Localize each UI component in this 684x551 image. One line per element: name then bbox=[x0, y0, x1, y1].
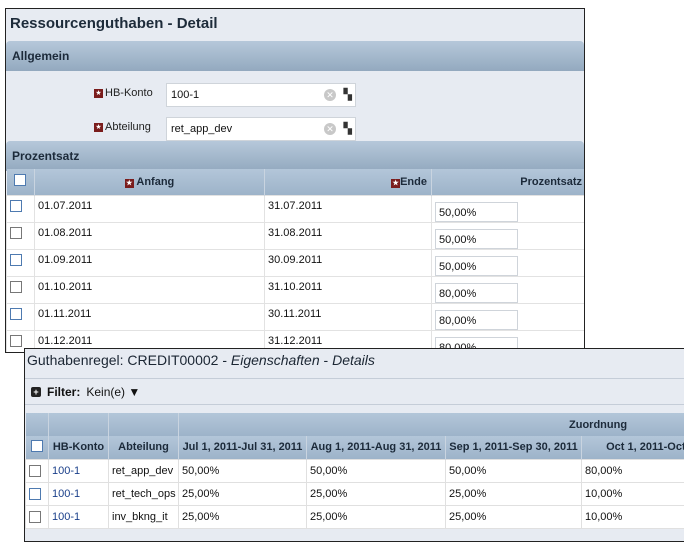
cell: ret_tech_ops bbox=[108, 481, 179, 506]
column-header[interactable]: Jul 1, 2011-Jul 31, 2011 bbox=[178, 436, 307, 459]
cell: 50,00% bbox=[306, 458, 446, 483]
cell: 25,00% bbox=[306, 481, 446, 506]
group-header-zuordnung: Zuordnung bbox=[178, 413, 684, 436]
abteilung-input[interactable]: ret_app_dev ✕ ▚ bbox=[166, 117, 356, 141]
prozentsatz-cell: 50,00% bbox=[431, 221, 584, 250]
row-checkbox[interactable] bbox=[25, 458, 49, 483]
binoculars-search-icon[interactable]: ▚ bbox=[344, 123, 352, 135]
cell: 50,00% bbox=[445, 458, 582, 483]
clear-icon[interactable]: ✕ bbox=[324, 123, 336, 135]
prozentsatz-input[interactable]: 50,00% bbox=[435, 201, 518, 222]
cell: 25,00% bbox=[178, 481, 307, 506]
cell: 25,00% bbox=[445, 504, 582, 529]
table-row: 100-1 ret_app_dev 50,00% 50,00% 50,00% 80,00% bbox=[25, 458, 684, 483]
cell: 25,00% bbox=[178, 504, 307, 529]
cell: 50,00% bbox=[178, 458, 307, 483]
column-header[interactable]: Sep 1, 2011-Sep 30, 2011 bbox=[445, 436, 582, 459]
hb-konto-input[interactable]: 100-1 ✕ ▚ bbox=[166, 83, 356, 107]
filter-dropdown[interactable]: Kein(e) ▼ bbox=[86, 385, 140, 399]
prozentsatz-cell: 80,00% bbox=[431, 275, 584, 304]
column-header[interactable]: Oct 1, 2011-Oct 31 bbox=[581, 436, 684, 459]
anfang-cell: 01.08.2011 bbox=[34, 221, 265, 250]
filter-label: Filter: bbox=[47, 384, 81, 399]
anfang-cell: 01.07.2011 bbox=[34, 194, 265, 223]
row-checkbox[interactable] bbox=[25, 504, 49, 529]
required-icon: ★ bbox=[124, 178, 134, 188]
table-row: 01.07.2011 31.07.2011 50,00% bbox=[6, 194, 584, 223]
select-all-checkbox[interactable] bbox=[25, 436, 49, 459]
column-header[interactable]: HB-Konto bbox=[48, 436, 109, 459]
binoculars-search-icon[interactable]: ▚ bbox=[344, 89, 352, 101]
prozentsatz-cell: 50,00% bbox=[431, 194, 584, 223]
column-header[interactable]: Abteilung bbox=[108, 436, 179, 459]
row-checkbox[interactable] bbox=[6, 302, 35, 331]
cell: 80,00% bbox=[580, 458, 684, 483]
prozentsatz-input[interactable]: 50,00% bbox=[435, 255, 518, 276]
cell: 25,00% bbox=[306, 504, 446, 529]
field-hb-konto: ★ HB-Konto 100-1 ✕ ▚ bbox=[6, 83, 584, 107]
column-prozentsatz[interactable]: Prozentsatz bbox=[431, 169, 584, 195]
table-row: 01.09.2011 30.09.2011 50,00% bbox=[6, 248, 584, 277]
ende-cell: 30.09.2011 bbox=[264, 248, 432, 277]
hb-konto-link[interactable]: 100-1 bbox=[48, 504, 109, 529]
section-header-percent: Prozentsatz bbox=[6, 141, 584, 171]
prozentsatz-cell: 80,00% bbox=[431, 302, 584, 331]
column-header[interactable]: Aug 1, 2011-Aug 31, 2011 bbox=[306, 436, 446, 459]
table-row: 100-1 inv_bkng_it 25,00% 25,00% 25,00% 10,00% bbox=[25, 504, 684, 529]
table-row: 01.10.2011 31.10.2011 80,00% bbox=[6, 275, 584, 304]
table-row: 100-1 ret_tech_ops 25,00% 25,00% 25,00% 10,00… bbox=[25, 481, 684, 506]
row-checkbox[interactable] bbox=[25, 481, 49, 506]
row-checkbox[interactable] bbox=[6, 194, 35, 223]
percent-table: ★ Anfang ★Ende Prozentsatz 01.07.2011 31… bbox=[6, 169, 584, 352]
row-checkbox[interactable] bbox=[6, 221, 35, 250]
prozentsatz-input[interactable]: 80,00% bbox=[435, 282, 518, 303]
row-checkbox[interactable] bbox=[6, 275, 35, 304]
credit-rule-window: Guthabenregel: CREDIT00002 - Eigenschaft… bbox=[24, 348, 684, 542]
rule-title: Guthabenregel: CREDIT00002 - Eigenschaft… bbox=[25, 349, 684, 379]
select-all-checkbox[interactable] bbox=[6, 169, 35, 195]
table-row: 01.08.2011 31.08.2011 50,00% bbox=[6, 221, 584, 250]
allocation-table: Zuordnung HB-Konto Abteilung Jul 1, 2011-J… bbox=[25, 413, 684, 529]
anfang-cell: 01.09.2011 bbox=[34, 248, 265, 277]
field-abteilung: ★ Abteilung ret_app_dev ✕ ▚ bbox=[6, 117, 584, 141]
cell: 10,00% bbox=[580, 481, 684, 506]
hb-konto-link[interactable]: 100-1 bbox=[48, 458, 109, 483]
cell: 25,00% bbox=[445, 481, 582, 506]
prozentsatz-input[interactable]: 80,00% bbox=[435, 309, 518, 330]
required-icon: ★ bbox=[94, 122, 103, 132]
resource-credit-detail-window: Ressourcenguthaben - Detail Allgemein ★ H… bbox=[5, 8, 585, 353]
table-row: 01.11.2011 30.11.2011 80,00% bbox=[6, 302, 584, 331]
column-anfang[interactable]: ★ Anfang bbox=[34, 169, 265, 195]
ende-cell: 30.11.2011 bbox=[264, 302, 432, 331]
section-header-general: Allgemein bbox=[6, 41, 584, 71]
expand-icon[interactable]: + bbox=[31, 386, 41, 397]
row-checkbox[interactable] bbox=[6, 248, 35, 277]
prozentsatz-cell: 50,00% bbox=[431, 248, 584, 277]
anfang-cell: 01.11.2011 bbox=[34, 302, 265, 331]
required-icon: ★ bbox=[94, 88, 103, 98]
field-label: HB-Konto bbox=[105, 87, 153, 99]
cell: inv_bkng_it bbox=[108, 504, 179, 529]
ende-cell: 31.08.2011 bbox=[264, 221, 432, 250]
ende-cell: 31.10.2011 bbox=[264, 275, 432, 304]
filter-bar: + Filter: Kein(e) ▼ bbox=[25, 379, 684, 405]
cell: ret_app_dev bbox=[108, 458, 179, 483]
hb-konto-link[interactable]: 100-1 bbox=[48, 481, 109, 506]
clear-icon[interactable]: ✕ bbox=[324, 89, 336, 101]
caret-down-icon: ▼ bbox=[128, 384, 141, 399]
required-icon: ★ bbox=[391, 178, 401, 188]
prozentsatz-input[interactable]: 50,00% bbox=[435, 228, 518, 249]
page-title: Ressourcenguthaben - Detail bbox=[10, 15, 218, 32]
field-label: Abteilung bbox=[105, 121, 151, 133]
cell: 10,00% bbox=[580, 504, 684, 529]
column-ende[interactable]: ★Ende bbox=[264, 169, 432, 195]
anfang-cell: 01.10.2011 bbox=[34, 275, 265, 304]
ende-cell: 31.07.2011 bbox=[264, 194, 432, 223]
